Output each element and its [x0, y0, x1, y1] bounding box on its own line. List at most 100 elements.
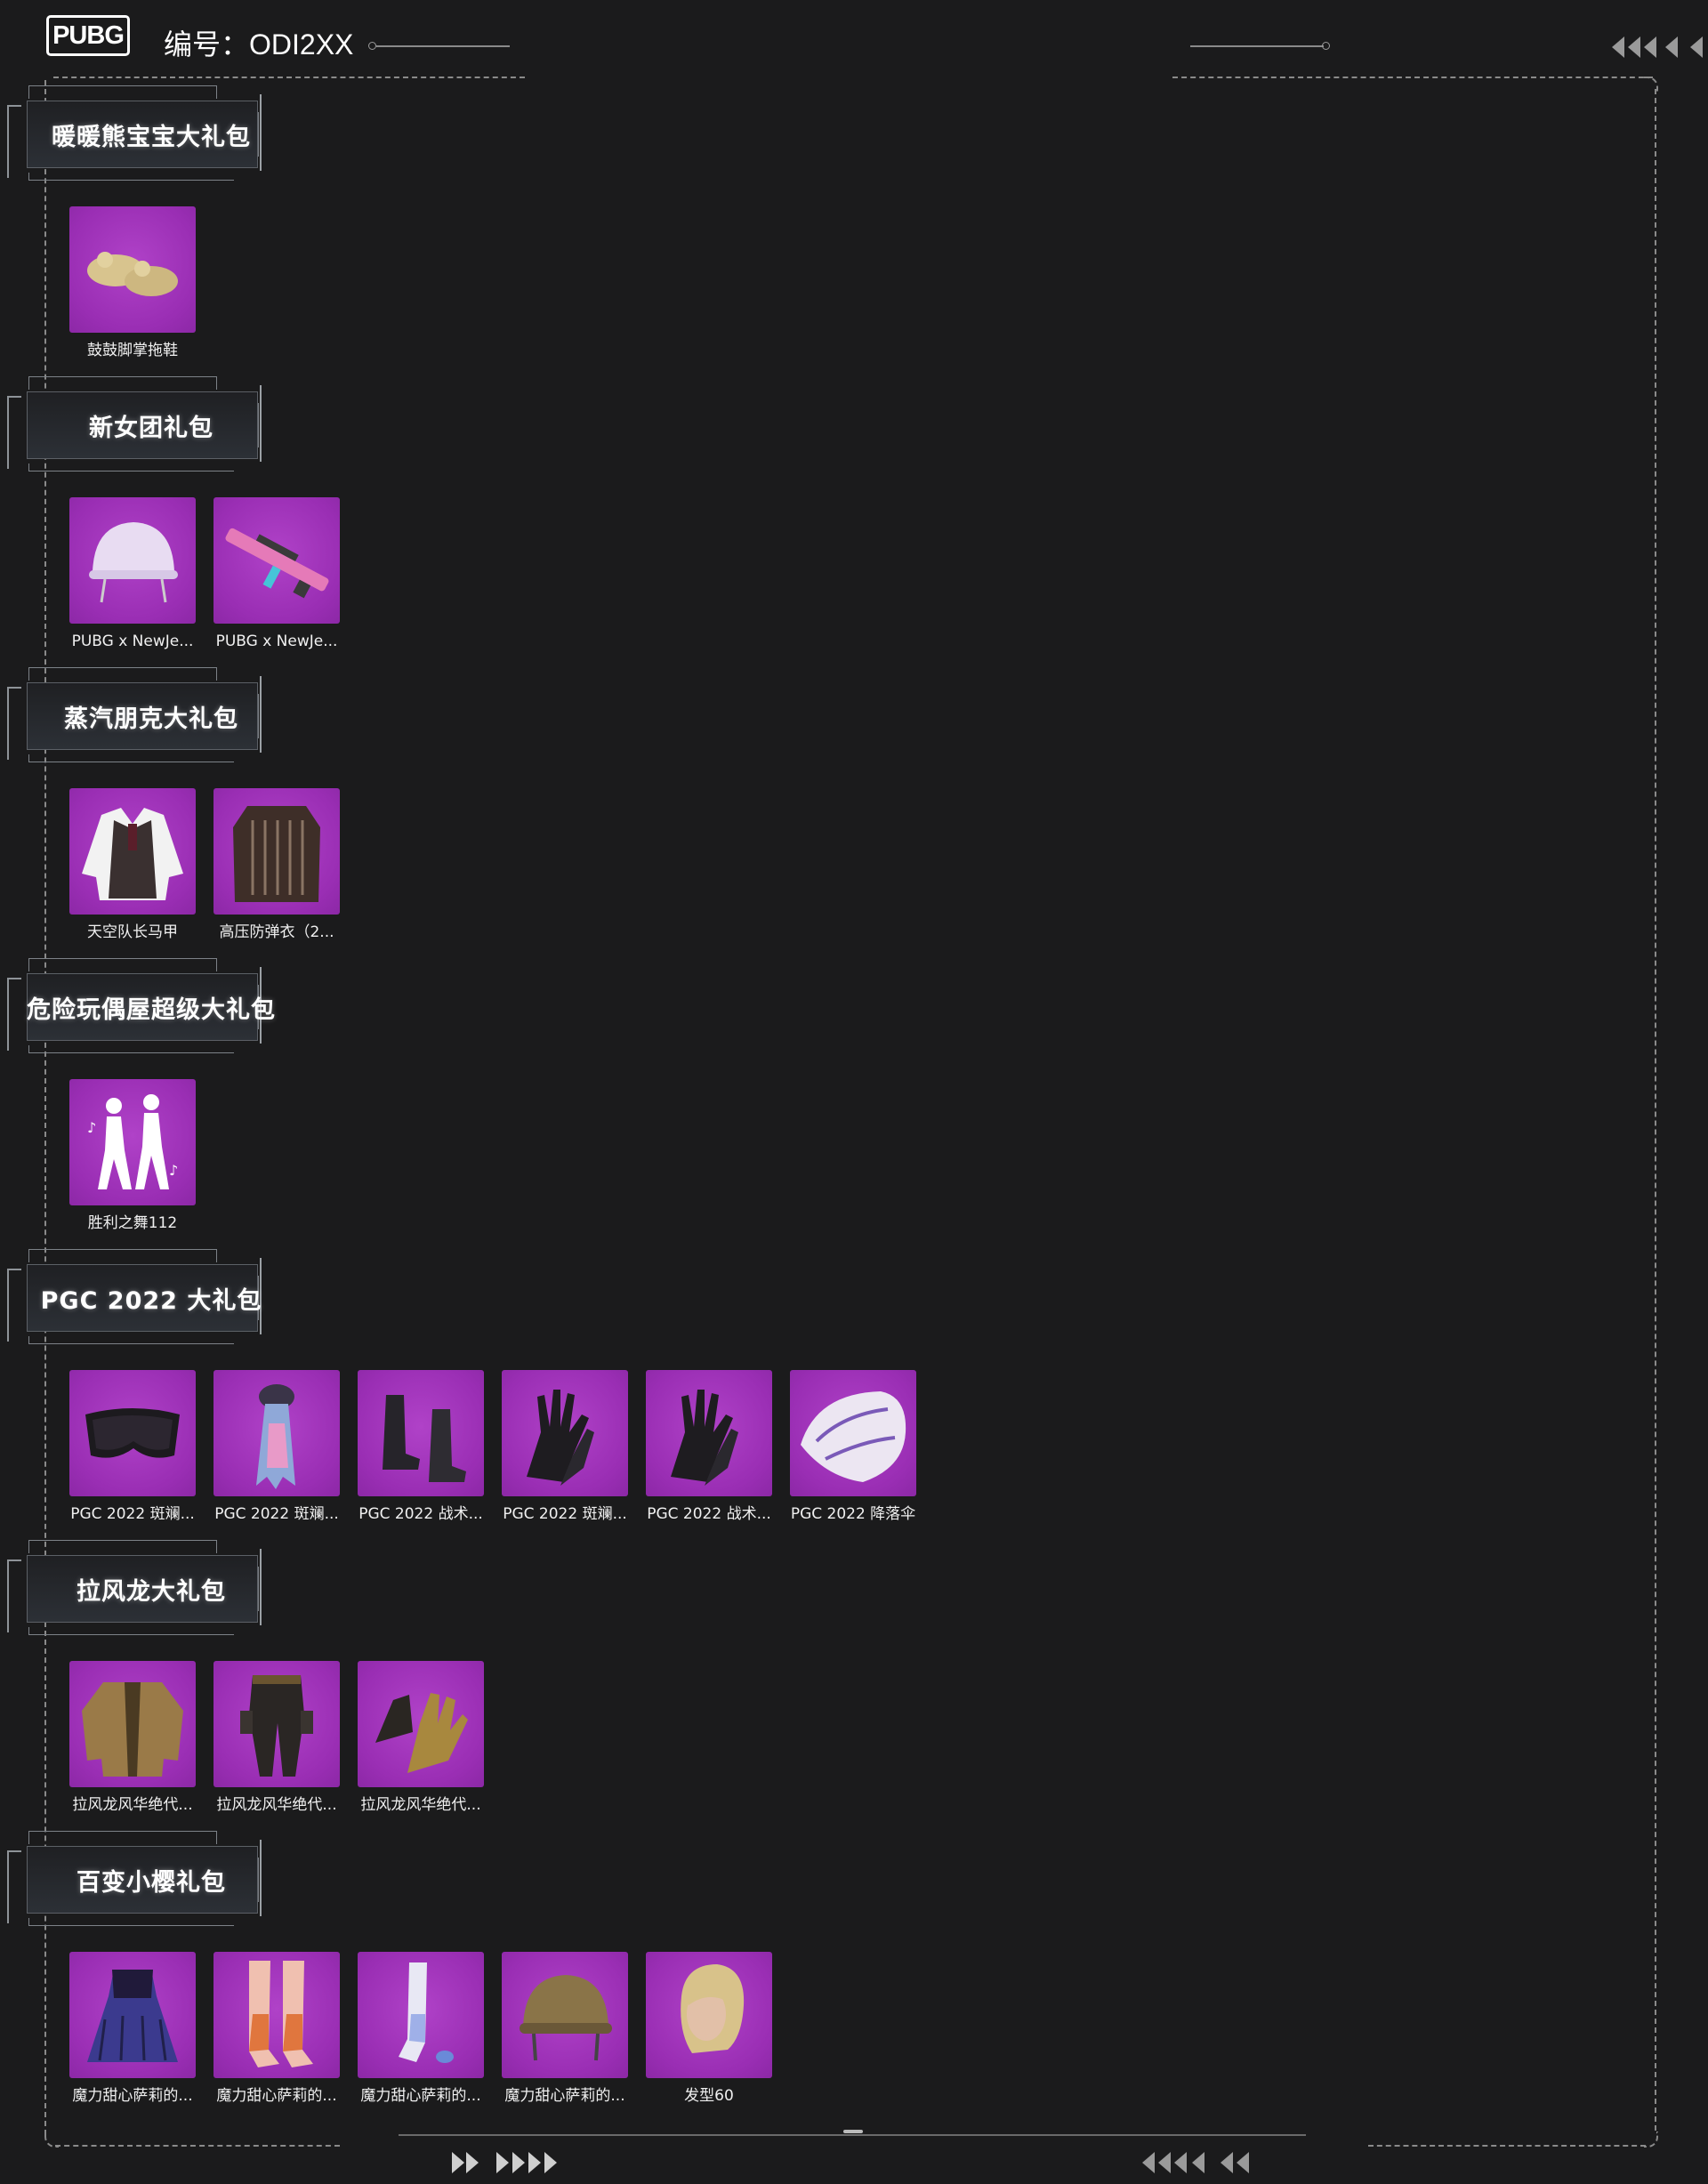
bracket-decoration	[28, 1045, 234, 1053]
item-label: PGC 2022 降落伞	[790, 1505, 916, 1523]
section-title: PGC 2022 大礼包	[40, 1286, 262, 1315]
rifle-icon	[214, 497, 340, 624]
item-card[interactable]: PUBG x NewJe...	[214, 497, 340, 651]
item-card[interactable]: 天空队长马甲	[69, 788, 196, 942]
section-header: 百变小樱礼包	[0, 1831, 267, 1929]
item-card[interactable]: 魔力甜心萨莉的...	[502, 1952, 628, 2106]
bracket-decoration	[28, 1627, 234, 1635]
item-label: 鼓鼓脚掌拖鞋	[87, 342, 178, 359]
logo-text: PUBG	[52, 20, 125, 50]
item-label: 天空队长马甲	[87, 923, 178, 941]
pubg-logo: PUBG	[46, 15, 130, 56]
bracket-decoration	[28, 667, 217, 681]
item-card[interactable]: 发型60	[646, 1952, 772, 2106]
gloves-icon	[502, 1370, 628, 1496]
section-header: 新女团礼包	[0, 376, 267, 474]
bracket-decoration	[28, 173, 234, 181]
footer-chevrons-right-icon	[452, 2151, 576, 2174]
header-chevrons-left-icon	[1610, 36, 1708, 59]
section-title: 拉风龙大礼包	[77, 1577, 226, 1606]
item-card[interactable]: 拉风龙风华绝代...	[69, 1661, 196, 1815]
section-header: 拉风龙大礼包	[0, 1540, 267, 1638]
serial-number: 编号：ODI2XX	[164, 24, 353, 65]
item-card[interactable]: 鼓鼓脚掌拖鞋	[69, 206, 196, 360]
bracket-decoration	[28, 1249, 217, 1262]
item-card[interactable]: PUBG x NewJe...	[69, 497, 196, 651]
item-card[interactable]: PGC 2022 战术...	[358, 1370, 484, 1524]
footer-chevrons-left-icon	[1140, 2151, 1265, 2174]
bracket-decoration	[28, 1336, 234, 1344]
header-line-right	[1190, 45, 1324, 47]
item-card[interactable]: 拉风龙风华绝代...	[358, 1661, 484, 1815]
dance-emote-icon: ♪ ♪	[69, 1079, 196, 1205]
item-card[interactable]: PGC 2022 战术...	[646, 1370, 772, 1524]
item-label: PGC 2022 斑斓...	[70, 1505, 195, 1523]
bracket-decoration	[28, 463, 234, 471]
jacket-icon	[69, 1661, 196, 1787]
item-card[interactable]: PGC 2022 斑斓...	[214, 1370, 340, 1524]
gloves-icon	[646, 1370, 772, 1496]
section-header: PGC 2022 大礼包	[0, 1249, 267, 1347]
section-title: 蒸汽朋克大礼包	[64, 705, 238, 733]
scarf-icon	[214, 1370, 340, 1496]
dress-icon	[69, 1952, 196, 2078]
frame-top-right	[1172, 77, 1653, 78]
header-line-dot-right	[1322, 42, 1330, 50]
section-title: 危险玩偶屋超级大礼包	[27, 995, 276, 1024]
item-card[interactable]: ♪ ♪ 胜利之舞112	[69, 1079, 196, 1233]
goggles-icon	[69, 1370, 196, 1496]
item-label: 拉风龙风华绝代...	[216, 1796, 337, 1814]
bracket-decoration	[28, 1540, 217, 1553]
bracket-decoration	[28, 1831, 217, 1844]
svg-text:♪: ♪	[87, 1119, 96, 1136]
item-card[interactable]: PGC 2022 斑斓...	[502, 1370, 628, 1524]
armor-vest-icon	[214, 788, 340, 915]
frame-corner-br	[1644, 2132, 1658, 2148]
frame-bottom-left	[55, 2145, 340, 2147]
item-card[interactable]: 魔力甜心萨莉的...	[214, 1952, 340, 2106]
item-label: PGC 2022 斑斓...	[214, 1505, 339, 1523]
bottom-line	[399, 2134, 1306, 2136]
item-card[interactable]: PGC 2022 降落伞	[790, 1370, 916, 1524]
item-label: 拉风龙风华绝代...	[360, 1796, 481, 1814]
socks-icon	[358, 1952, 484, 2078]
bracket-decoration	[28, 85, 217, 99]
item-card[interactable]: 拉风龙风华绝代...	[214, 1661, 340, 1815]
item-label: PUBG x NewJe...	[71, 633, 194, 650]
frame-bottom-right	[1368, 2145, 1646, 2147]
item-card[interactable]: 魔力甜心萨莉的...	[69, 1952, 196, 2106]
section-header: 危险玩偶屋超级大礼包	[0, 958, 275, 1056]
parachute-icon	[790, 1370, 916, 1496]
pants-icon	[214, 1661, 340, 1787]
section-title: 暖暖熊宝宝大礼包	[52, 123, 251, 151]
bracket-decoration	[28, 1918, 234, 1926]
vest-shirt-icon	[69, 788, 196, 915]
item-label: 发型60	[684, 2087, 734, 2105]
section-header: 蒸汽朋克大礼包	[0, 667, 267, 765]
bottom-center-mark	[843, 2130, 863, 2133]
item-label: 高压防弹衣（2...	[219, 923, 334, 941]
helmet-icon	[69, 497, 196, 624]
gold-gloves-icon	[358, 1661, 484, 1787]
header-line-dot-left	[368, 42, 376, 50]
bracket-decoration	[28, 376, 217, 390]
frame-top-left	[53, 77, 525, 78]
item-card[interactable]: PGC 2022 斑斓...	[69, 1370, 196, 1524]
item-label: 魔力甜心萨莉的...	[504, 2087, 625, 2105]
item-label: 魔力甜心萨莉的...	[216, 2087, 337, 2105]
item-label: 魔力甜心萨莉的...	[360, 2087, 481, 2105]
item-card[interactable]: 高压防弹衣（2...	[214, 788, 340, 942]
item-label: 拉风龙风华绝代...	[72, 1796, 193, 1814]
item-label: PUBG x NewJe...	[215, 633, 338, 650]
frame-right	[1655, 89, 1656, 2131]
boots-icon	[358, 1370, 484, 1496]
bracket-decoration	[28, 754, 234, 762]
item-label: PGC 2022 战术...	[647, 1505, 771, 1523]
serial-label: 编号：	[164, 28, 250, 61]
svg-text:♪: ♪	[169, 1162, 178, 1179]
section-header: 暖暖熊宝宝大礼包	[0, 85, 267, 183]
item-card[interactable]: 魔力甜心萨莉的...	[358, 1952, 484, 2106]
item-label: PGC 2022 战术...	[359, 1505, 483, 1523]
item-label: 胜利之舞112	[87, 1214, 178, 1232]
section-title: 新女团礼包	[89, 414, 214, 442]
